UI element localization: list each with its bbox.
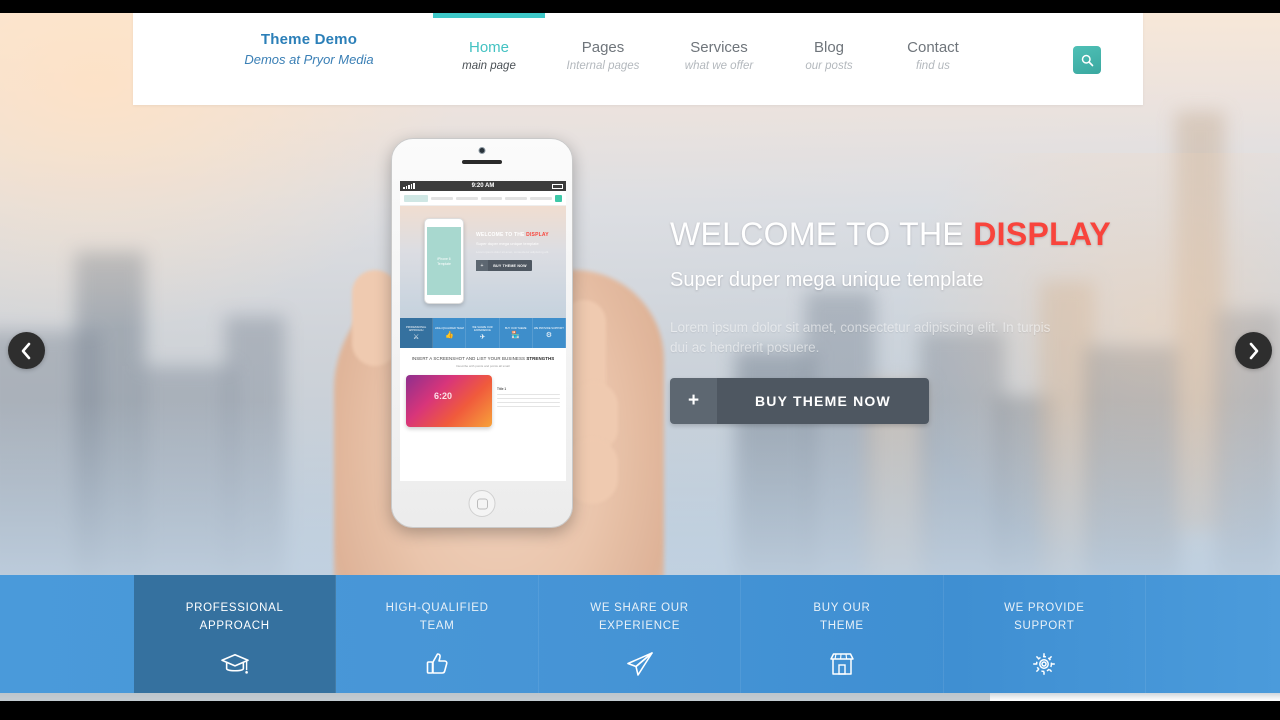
nav-item-blog-sub: our posts (805, 60, 853, 72)
nav-item-contact-sub: find us (916, 60, 950, 72)
feature-card-title: PROFESSIONAL APPROACH (185, 602, 284, 632)
battery-icon (552, 184, 563, 189)
search-button[interactable] (1073, 46, 1101, 74)
active-tab-indicator (433, 13, 545, 18)
chevron-right-icon (1249, 342, 1259, 359)
phone-inner-screenshot-block: Title 1 (406, 375, 560, 427)
phone-device: 9:20 AM WELCOME TO THE DISPLAY Super dup… (391, 138, 573, 528)
hero-copy: WELCOME TO THE DISPLAY Super duper mega … (670, 216, 1111, 358)
brand-block[interactable]: Theme Demo Demos at Pryor Media (179, 31, 439, 67)
nav-item-pages-label: Pages (581, 39, 625, 56)
feature-bar-right-spacer (1146, 575, 1280, 693)
feature-card-buy-our-theme[interactable]: BUY OUR THEME (741, 575, 944, 693)
feature-card-title: BUY OUR THEME (813, 602, 871, 632)
phone-inner-feature-bar: PROFESSIONAL APPROACH ⚔ HIGH-QUALIFIED TE… (400, 318, 566, 348)
brand-subtitle: Demos at Pryor Media (244, 52, 374, 67)
phone-inner-feature: PROFESSIONAL APPROACH ⚔ (400, 318, 434, 348)
carousel-prev-button[interactable] (8, 332, 45, 369)
brand-title: Theme Demo (260, 31, 358, 48)
phone-inner-feature: WE SHARE OUR EXPERIENCE ✈ (466, 318, 500, 348)
feature-bar-left-spacer (0, 575, 134, 693)
nav-item-services[interactable]: Services what we offer (661, 13, 777, 105)
nav-item-pages[interactable]: Pages Internal pages (545, 13, 661, 105)
paper-plane-icon (623, 647, 657, 681)
phone-inner-feature: HIGH-QUALIFIED TEAM 👍 (433, 318, 467, 348)
feature-card-professional-approach[interactable]: PROFESSIONAL APPROACH (134, 575, 337, 693)
nav-item-home[interactable]: Home main page (433, 13, 545, 105)
nav-item-contact-label: Contact (907, 39, 959, 56)
hero-subheading: Super duper mega unique template (670, 269, 984, 291)
phone-home-button[interactable] (468, 490, 496, 517)
phone-inner-section-sub: Describe with points and points all smal… (456, 364, 510, 368)
buy-theme-now-button[interactable]: + BUY THEME NOW (670, 378, 929, 424)
phone-inner-hero: WELCOME TO THE DISPLAY Super duper mega … (400, 206, 566, 318)
nav-item-contact[interactable]: Contact find us (881, 13, 985, 105)
nav-item-home-label: Home (468, 39, 509, 56)
nav-item-services-sub: what we offer (684, 60, 754, 72)
phone-inner-paragraph: Lorem ipsum dolor sit amet, consectetur … (476, 250, 550, 254)
phone-inner-copy: WELCOME TO THE DISPLAY Super duper mega … (476, 232, 561, 271)
feature-card-title: WE SHARE OUR EXPERIENCE (590, 602, 689, 632)
feature-bar: PROFESSIONAL APPROACH HIGH-QUALIFIED TEAM (0, 575, 1280, 693)
nav-item-blog[interactable]: Blog our posts (777, 13, 881, 105)
nav-item-pages-sub: Internal pages (566, 60, 640, 72)
carousel-next-button[interactable] (1235, 332, 1272, 369)
phone-inner-subheading: Super duper mega unique template (476, 241, 539, 246)
nav-item-blog-label: Blog (813, 39, 845, 56)
feature-card-we-share-our-experience[interactable]: WE SHARE OUR EXPERIENCE (539, 575, 742, 693)
feature-card-title: WE PROVIDE SUPPORT (1004, 602, 1085, 632)
phone-inner-cta-label: BUY THEME NOW (493, 263, 527, 268)
phone-inner-caption: Title 1 (497, 375, 560, 408)
phone-inner-nav (400, 191, 566, 206)
buy-theme-now-label: BUY THEME NOW (717, 378, 929, 424)
site-header: Theme Demo Demos at Pryor Media Home mai… (133, 13, 1143, 105)
phone-status-bar: 9:20 AM (400, 181, 566, 191)
search-icon (1081, 54, 1093, 66)
phone-inner-cta-button: + BUY THEME NOW (476, 260, 532, 271)
phone-inner-feature: BUY OUR THEME 🏪 (500, 318, 533, 348)
feature-card-high-qualified-team[interactable]: HIGH-QUALIFIED TEAM (336, 575, 539, 693)
phone-status-time: 9:20 AM (471, 183, 495, 189)
thumbs-up-icon (420, 647, 454, 681)
hero-heading-main: WELCOME TO THE (670, 216, 974, 252)
store-icon (825, 647, 859, 681)
letterbox-bottom (0, 701, 1280, 720)
phone-inner-device (424, 218, 464, 304)
graduation-cap-icon (218, 647, 252, 681)
phone-inner-section-heading: INSERT A SCREENSHOT AND LIST YOUR BUSINE… (411, 356, 555, 361)
phone-inner-search-icon (554, 194, 562, 202)
phone-inner-caption-title: Title 1 (497, 387, 507, 391)
chevron-left-icon (21, 342, 31, 359)
feature-card-title: HIGH-QUALIFIED TEAM (385, 602, 489, 632)
signal-icon (403, 183, 415, 189)
phone-inner-cta-plus-icon: + (476, 260, 488, 271)
hero-heading: WELCOME TO THE DISPLAY (670, 216, 1111, 253)
browser-viewport: Theme Demo Demos at Pryor Media Home mai… (0, 0, 1280, 720)
letterbox-top (0, 0, 1280, 13)
plus-icon: + (670, 378, 717, 424)
hero-heading-accent: DISPLAY (973, 216, 1112, 252)
nav-item-home-sub: main page (462, 60, 516, 72)
hero-paragraph: Lorem ipsum dolor sit amet, consectetur … (670, 320, 1051, 355)
phone-camera-icon (478, 147, 486, 154)
phone-screen: 9:20 AM WELCOME TO THE DISPLAY Super dup… (400, 181, 566, 481)
phone-inner-section: INSERT A SCREENSHOT AND LIST YOUR BUSINE… (400, 348, 566, 435)
phone-inner-logo (404, 194, 428, 202)
feature-card-we-provide-support[interactable]: WE PROVIDE SUPPORT (944, 575, 1147, 693)
nav-item-services-label: Services (690, 39, 748, 56)
phone-inner-heading: WELCOME TO THE DISPLAY (476, 232, 549, 238)
phone-speaker (462, 160, 502, 164)
horizontal-scrollbar-thumb[interactable] (0, 693, 990, 701)
phone-inner-feature: WE PROVIDE SUPPORT ⚙ (533, 318, 566, 348)
phone-inner-screenshot-image (406, 375, 492, 427)
gear-icon (1027, 647, 1061, 681)
